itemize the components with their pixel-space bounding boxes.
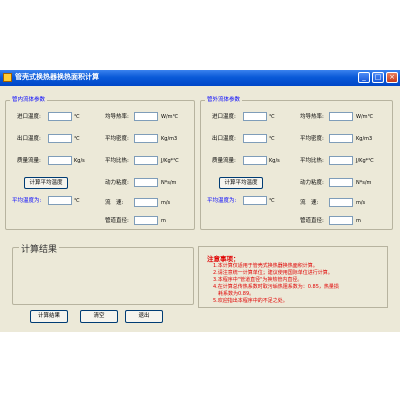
shell-outlet-temp-input[interactable] (243, 134, 267, 143)
shell-conductivity-unit: W/m℃ (356, 114, 374, 120)
tube-specific-heat-unit: J/Kg*℃ (161, 158, 179, 164)
shell-avg-temp-unit: ℃ (269, 198, 275, 204)
note-item: 3.本程序中"管道直径"为换热管内直径。 (213, 277, 303, 283)
title-bar: 管壳式换热器换热面积计算 _ □ × (0, 70, 400, 86)
shell-viscosity-input[interactable] (329, 178, 353, 187)
shell-velocity-unit: m/s (356, 200, 366, 206)
shell-avg-temp-label: 平均温度为: (207, 198, 237, 204)
tube-side-legend: 管内流体参数 (10, 96, 48, 104)
shell-conductivity-label: 均导热率: (300, 114, 324, 120)
shell-inlet-temp-input[interactable] (243, 112, 267, 121)
tube-side-group: 管内流体参数 进口温度: ℃ 出口温度: ℃ 质量流量: Kg/s 计算平均温度… (5, 96, 195, 230)
tube-viscosity-input[interactable] (134, 178, 158, 187)
shell-density-label: 平均密度: (300, 136, 324, 142)
tube-mass-flow-label: 质量流量: (17, 158, 41, 164)
tube-density-label: 平均密度: (105, 136, 129, 142)
tube-inlet-temp-label: 进口温度: (17, 114, 41, 120)
shell-density-unit: Kg/m3 (356, 136, 373, 142)
note-item: 1.本计算仅适用于管壳式换热器换热面积计算。 (213, 263, 318, 269)
note-item: 5.欢迎指出本程序中的不足之处。 (213, 298, 288, 304)
shell-density-input[interactable] (329, 134, 353, 143)
shell-velocity-label: 流 速: (300, 200, 319, 206)
tube-specific-heat-label: 平均比热: (105, 158, 129, 164)
app-window: 管壳式换热器换热面积计算 _ □ × 管内流体参数 进口温度: ℃ 出口温度: … (0, 70, 400, 332)
tube-mass-flow-unit: Kg/s (74, 158, 85, 164)
tube-outlet-temp-label: 出口温度: (17, 136, 41, 142)
shell-conductivity-input[interactable] (329, 112, 353, 121)
shell-calc-avg-temp-button[interactable]: 计算平均温度 (219, 177, 263, 189)
shell-outlet-temp-label: 出口温度: (212, 136, 236, 142)
tube-mass-flow-input[interactable] (48, 156, 72, 165)
exit-button[interactable]: 退出 (125, 310, 163, 323)
maximize-button[interactable]: □ (372, 72, 384, 83)
shell-specific-heat-label: 平均比热: (300, 158, 324, 164)
shell-mass-flow-unit: Kg/s (269, 158, 280, 164)
tube-conductivity-unit: W/m℃ (161, 114, 179, 120)
shell-diameter-unit: m (356, 218, 361, 224)
shell-mass-flow-input[interactable] (243, 156, 267, 165)
tube-avg-temp-unit: ℃ (74, 198, 80, 204)
tube-conductivity-label: 均导热率: (105, 114, 129, 120)
shell-specific-heat-unit: J/Kg*℃ (356, 158, 374, 164)
tube-viscosity-unit: N*s/m (161, 180, 177, 186)
note-item: 耗系数为0.89。 (213, 291, 255, 297)
tube-inlet-temp-unit: ℃ (74, 114, 80, 120)
tube-viscosity-label: 动力粘度: (105, 180, 129, 186)
minimize-icon: _ (362, 73, 366, 81)
tube-diameter-label: 管道直径: (105, 218, 129, 224)
tube-density-input[interactable] (134, 134, 158, 143)
tube-avg-temp-input[interactable] (48, 196, 72, 205)
window-title: 管壳式换热器换热面积计算 (15, 73, 99, 81)
tube-specific-heat-input[interactable] (134, 156, 158, 165)
tube-avg-temp-label: 平均温度为: (12, 198, 42, 204)
note-item: 4.在计算总传热系数时取污垢热阻系数为：0.85，热量损 (213, 284, 339, 290)
calculate-result-button[interactable]: 计算结果 (30, 310, 68, 323)
shell-viscosity-label: 动力粘度: (300, 180, 324, 186)
shell-velocity-input[interactable] (329, 198, 353, 207)
tube-velocity-unit: m/s (161, 200, 171, 206)
tube-diameter-unit: m (161, 218, 166, 224)
tube-inlet-temp-input[interactable] (48, 112, 72, 121)
tube-density-unit: Kg/m3 (161, 136, 178, 142)
shell-diameter-input[interactable] (329, 216, 353, 225)
shell-mass-flow-label: 质量流量: (212, 158, 236, 164)
tube-calc-avg-temp-button[interactable]: 计算平均温度 (24, 177, 68, 189)
notes-panel: 注意事项： 1.本计算仅适用于管壳式换热器换热面积计算。 2.请注意统一计算单位… (198, 246, 388, 308)
shell-side-group: 管外流体参数 进口温度: ℃ 出口温度: ℃ 质量流量: Kg/s 计算平均温度… (200, 96, 393, 230)
shell-side-legend: 管外流体参数 (205, 96, 243, 104)
shell-outlet-temp-unit: ℃ (269, 136, 275, 142)
tube-velocity-label: 流 速: (105, 200, 124, 206)
clear-button[interactable]: 清空 (80, 310, 118, 323)
shell-inlet-temp-unit: ℃ (269, 114, 275, 120)
close-button[interactable]: × (386, 72, 398, 83)
tube-conductivity-input[interactable] (134, 112, 158, 121)
tube-diameter-input[interactable] (134, 216, 158, 225)
maximize-icon: □ (374, 73, 382, 81)
minimize-button[interactable]: _ (358, 72, 370, 83)
shell-viscosity-unit: N*s/m (356, 180, 372, 186)
notes-title: 注意事项： (207, 255, 240, 263)
shell-diameter-label: 管道直径: (300, 218, 324, 224)
results-group (12, 247, 194, 305)
app-icon (3, 73, 12, 82)
shell-inlet-temp-label: 进口温度: (212, 114, 236, 120)
close-icon: × (389, 73, 395, 81)
tube-velocity-input[interactable] (134, 198, 158, 207)
shell-avg-temp-input[interactable] (243, 196, 267, 205)
shell-specific-heat-input[interactable] (329, 156, 353, 165)
tube-outlet-temp-input[interactable] (48, 134, 72, 143)
tube-outlet-temp-unit: ℃ (74, 136, 80, 142)
results-title: 计算结果 (19, 242, 60, 255)
note-item: 2.请注意统一计算单位；建议使用国际单位进行计算。 (213, 270, 333, 276)
